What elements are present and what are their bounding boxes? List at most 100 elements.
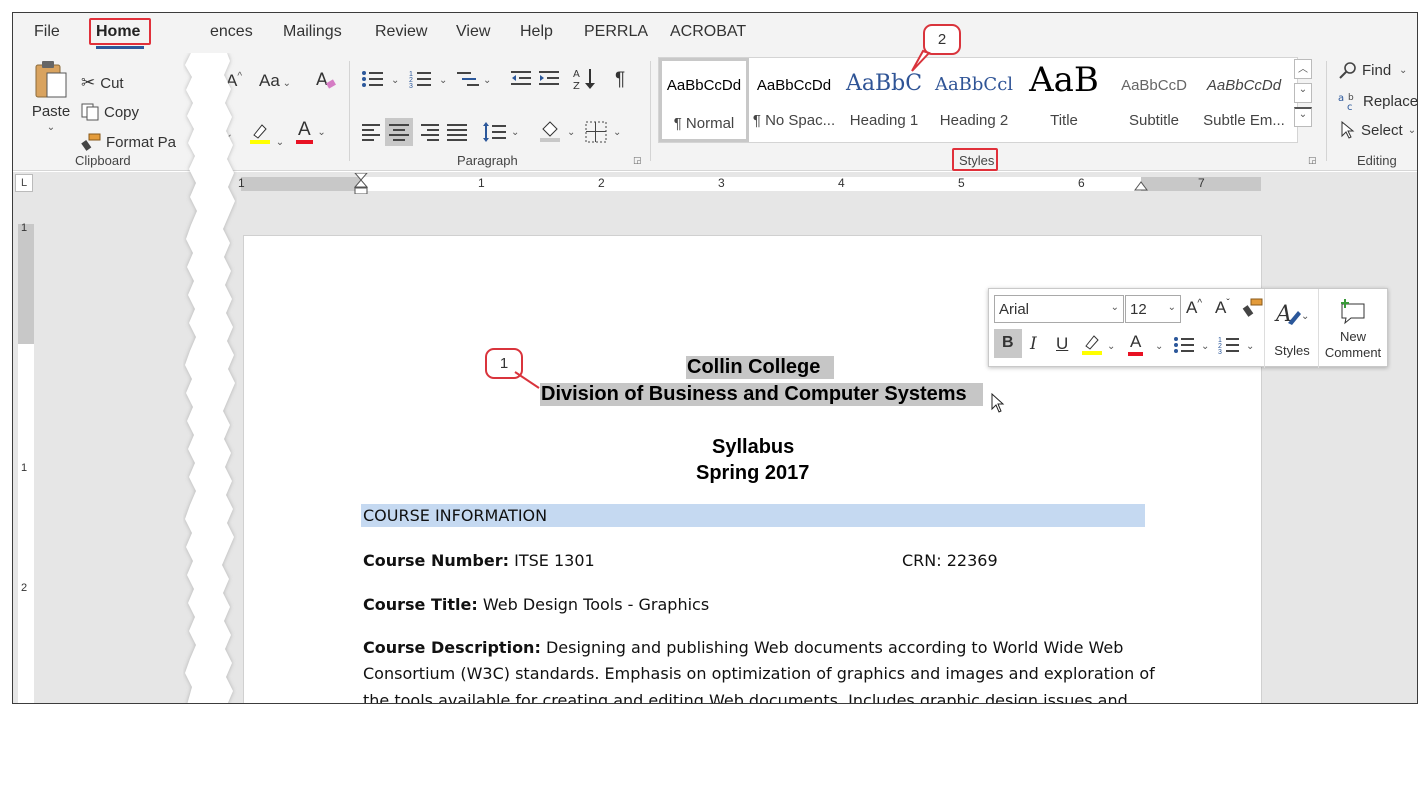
tab-perrla[interactable]: PERRLA [584, 23, 648, 41]
mini-numbering-icon[interactable]: 123 [1218, 335, 1240, 355]
copy-label: Copy [104, 103, 140, 121]
styles-separator [1326, 61, 1327, 161]
change-case-button[interactable]: Aa ⌄ [259, 71, 291, 91]
style-subtle-emphasis[interactable]: AaBbCcDd Subtle Em... [1199, 58, 1289, 142]
style-name: ¶ No Spac... [752, 112, 836, 129]
vertical-ruler[interactable]: 1 1 2 [18, 222, 34, 703]
tab-file[interactable]: File [34, 23, 60, 41]
mini-styles-button[interactable]: A⌄ Styles [1270, 295, 1314, 361]
tab-references[interactable]: ences [210, 23, 253, 41]
sort-icon[interactable]: AZ [573, 67, 597, 91]
style-sample: AaBbCcl [934, 74, 1014, 95]
highlight-color-button[interactable]: ⌄ [249, 121, 284, 150]
course-title-line[interactable]: Course Title: Web Design Tools - Graphic… [363, 595, 709, 614]
style-title[interactable]: AaB Title [1019, 58, 1109, 142]
bullets-icon[interactable] [361, 69, 385, 89]
change-case-label: Aa [259, 71, 280, 90]
multilevel-list-icon[interactable] [457, 69, 481, 89]
svg-text:⌄: ⌄ [1301, 311, 1308, 322]
right-indent-marker-icon[interactable] [1134, 179, 1148, 191]
mini-styles-label: Styles [1274, 343, 1310, 358]
copy-button[interactable]: Copy [81, 103, 139, 121]
cut-label: Cut [100, 74, 124, 92]
mini-toolbar: Arial ⌄ 12 ⌄ A^ Aˇ B I U ⌄ A ⌄ ⌄ 123 ⌄ A… [988, 288, 1388, 368]
mini-underline-button[interactable]: U [1056, 334, 1068, 354]
section-heading-bar[interactable]: COURSE INFORMATION [361, 504, 1145, 527]
decrease-indent-icon[interactable] [511, 69, 533, 89]
ruler-number: 1 [21, 222, 28, 234]
align-left-icon[interactable] [362, 123, 382, 141]
paragraph-launcher-icon[interactable]: ◲ [633, 155, 642, 166]
borders-icon[interactable] [585, 121, 607, 143]
mini-size-select[interactable]: 12 ⌄ [1125, 295, 1181, 323]
course-number-line[interactable]: Course Number: ITSE 1301 [363, 551, 595, 570]
mini-highlighter-icon[interactable] [1081, 331, 1103, 357]
tab-mailings[interactable]: Mailings [283, 23, 342, 41]
paste-button[interactable]: Paste ⌄ [31, 59, 71, 133]
mini-shrink-font-button[interactable]: Aˇ [1215, 298, 1230, 318]
ruler-number: 4 [838, 176, 845, 190]
justify-icon[interactable] [447, 123, 467, 141]
college-heading[interactable]: Collin College [686, 356, 835, 379]
mini-font-select[interactable]: Arial ⌄ [994, 295, 1124, 323]
crn-value[interactable]: CRN: 22369 [902, 551, 998, 570]
gallery-more-icon[interactable]: ⌄ [1294, 107, 1312, 127]
term-heading[interactable]: Spring 2017 [696, 462, 809, 485]
course-title-label: Course Title: [363, 595, 478, 614]
show-formatting-button[interactable]: ¶ [615, 69, 625, 91]
ruler-number: 2 [21, 582, 28, 594]
editing-group-label: Editing [1357, 153, 1397, 168]
style-sample: AaBbCcDd [1206, 77, 1282, 94]
mini-format-painter-icon[interactable] [1242, 298, 1264, 318]
tab-review[interactable]: Review [375, 23, 427, 41]
mini-grow-font-button[interactable]: A^ [1186, 298, 1202, 318]
find-label: Find [1362, 61, 1392, 79]
numbering-icon[interactable]: 123 [409, 69, 433, 89]
tab-help[interactable]: Help [520, 23, 553, 41]
mini-font-color-button[interactable]: A [1128, 332, 1144, 356]
new-comment-button[interactable]: New Comment [1321, 295, 1385, 365]
format-painter-label: Format Pa [106, 133, 177, 151]
mini-italic-button[interactable]: I [1030, 334, 1037, 354]
select-button[interactable]: Select ⌄ [1340, 121, 1416, 139]
tab-acrobat[interactable]: ACROBAT [670, 23, 746, 41]
mini-bold-button[interactable]: B [994, 329, 1022, 358]
tab-view[interactable]: View [456, 23, 490, 41]
clear-formatting-icon: A [316, 70, 336, 90]
style-no-spacing[interactable]: AaBbCcDd ¶ No Spac... [749, 58, 839, 142]
style-heading-2[interactable]: AaBbCcl Heading 2 [929, 58, 1019, 142]
line-spacing-icon[interactable] [483, 121, 507, 143]
style-name: Subtle Em... [1203, 112, 1285, 129]
style-normal[interactable]: AaBbCcDd ¶ Normal [659, 58, 749, 142]
replace-button[interactable]: acb Replace [1338, 91, 1417, 112]
horizontal-ruler[interactable]: 1 1 2 3 4 5 6 7 [238, 173, 1261, 195]
increase-indent-icon[interactable] [539, 69, 561, 89]
style-subtitle[interactable]: AaBbCcD Subtitle [1109, 58, 1199, 142]
font-color-button[interactable]: A ⌄ [296, 119, 326, 144]
styles-gallery: AaBbCcDd ¶ Normal AaBbCcDd ¶ No Spac... … [658, 57, 1298, 143]
find-button[interactable]: Find ⌄ [1339, 61, 1407, 79]
division-heading[interactable]: Division of Business and Computer System… [540, 383, 983, 406]
course-description-line-1[interactable]: Course Description: Designing and publis… [363, 638, 1123, 657]
cut-button[interactable]: ✂ Cut [81, 73, 124, 93]
gallery-scroll-up-icon[interactable]: ︿ [1294, 59, 1312, 79]
syllabus-heading[interactable]: Syllabus [712, 436, 794, 459]
course-description-line-3[interactable]: the tools available for creating and edi… [363, 691, 1128, 703]
mini-bullets-icon[interactable] [1173, 335, 1195, 355]
clear-formatting-button[interactable]: A [315, 69, 337, 96]
course-description-line-2[interactable]: Consortium (W3C) standards. Emphasis on … [363, 664, 1155, 683]
svg-text:a: a [1338, 93, 1344, 104]
style-sample: AaBbCcDd [666, 77, 742, 94]
svg-text:Z: Z [573, 81, 580, 91]
bold-icon: B [1002, 334, 1014, 351]
gallery-scroll-down-icon[interactable]: ⌄ [1294, 83, 1312, 103]
shading-icon[interactable] [539, 119, 561, 143]
format-painter-button[interactable]: Format Pa [81, 133, 176, 151]
align-center-button[interactable] [385, 118, 413, 146]
torn-edge [185, 53, 235, 703]
align-right-icon[interactable] [419, 123, 439, 141]
styles-launcher-icon[interactable]: ◲ [1308, 155, 1317, 166]
tab-stop-selector[interactable]: L [15, 174, 33, 192]
format-painter-icon [81, 133, 101, 151]
ruler-number: 2 [598, 176, 605, 190]
